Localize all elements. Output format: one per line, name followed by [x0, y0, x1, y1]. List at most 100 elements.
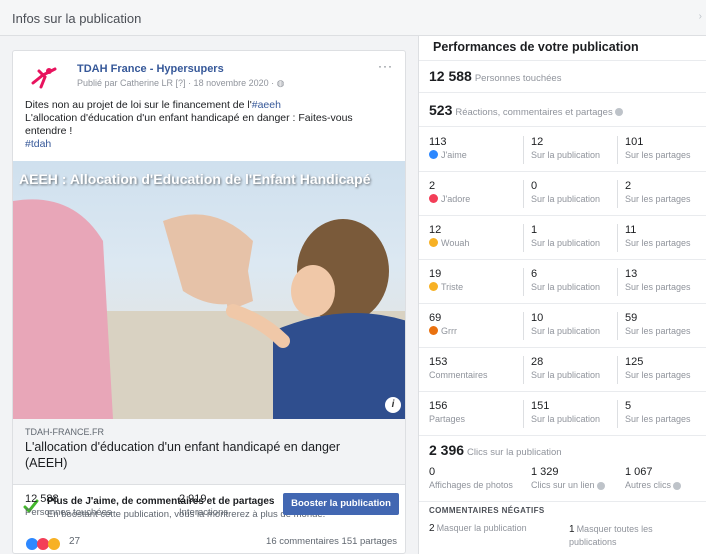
page-logo-icon[interactable]: [25, 63, 65, 91]
sad-on-shares: 13: [625, 268, 638, 280]
comments-total: 153: [429, 356, 448, 368]
close-icon[interactable]: ›: [699, 11, 702, 22]
other-clicks-label: Autres clics: [625, 480, 672, 490]
like-label: J'aime: [441, 150, 467, 160]
hide-all-posts-stat: 1 Masquer toutes les publications: [569, 523, 689, 548]
comments-row: 153 Commentaires 28 Sur la publication 125…: [419, 348, 706, 392]
hashtag-tdah-link[interactable]: #tdah: [25, 138, 395, 151]
more-options-icon[interactable]: ···: [378, 59, 393, 73]
reaction-icons[interactable]: [25, 537, 65, 551]
help-icon[interactable]: [673, 481, 682, 490]
sad-icon: [429, 282, 438, 291]
engagement-value: 523: [429, 102, 453, 118]
like-icon: [429, 150, 438, 159]
reaction-row-wow: 12 Wouah 1 Sur la publication 11 Sur les pa…: [419, 216, 706, 260]
reach-summary: 12 588 Personnes touchées: [429, 68, 561, 84]
dialog-title: Infos sur la publication: [12, 11, 142, 26]
globe-icon: ◍: [276, 78, 285, 88]
boost-post-button[interactable]: Booster la publication: [283, 493, 399, 515]
clicks-value: 2 396: [429, 442, 465, 458]
sad-on-post: 6: [531, 268, 538, 280]
on-post-label: Sur la publication: [531, 326, 601, 336]
shares-total: 156: [429, 400, 448, 412]
link-clicks-value: 1 329: [531, 466, 559, 478]
angry-total: 69: [429, 312, 442, 324]
on-shares-label: Sur les partages: [625, 326, 691, 336]
comments-label: Commentaires: [429, 370, 488, 380]
reach-summary-label: Personnes touchées: [474, 73, 562, 84]
shares-label: Partages: [429, 414, 466, 424]
negative-feedback-title: COMMENTAIRES NÉGATIFS: [429, 506, 545, 515]
help-icon[interactable]: [596, 481, 605, 490]
post-meta-text: Publié par Catherine LR [?] · 18 novembr…: [77, 78, 277, 88]
reach-value: 12 588: [25, 493, 59, 505]
engagement-label: Réactions, commentaires et partages: [455, 107, 613, 118]
reaction-count[interactable]: 27: [69, 536, 80, 547]
hide-post-stat: 2 Masquer la publication: [429, 523, 527, 534]
link-title: L'allocation d'éducation d'un enfant han…: [25, 440, 341, 470]
divider: [419, 92, 706, 93]
interactions-value: 2 919: [179, 493, 207, 505]
like-on-post: 12: [531, 136, 544, 148]
angry-on-post: 10: [531, 312, 544, 324]
angry-label: Grrr: [441, 326, 457, 336]
post-meta: Publié par Catherine LR [?] · 18 novembr…: [77, 78, 284, 89]
panel-title: Performances de votre publication: [433, 40, 639, 54]
hide-post-count: 2: [429, 523, 435, 534]
other-clicks-value: 1 067: [625, 466, 653, 478]
on-post-label: Sur la publication: [531, 370, 601, 380]
on-shares-label: Sur les partages: [625, 238, 691, 248]
clicks-summary: 2 396 Clics sur la publication: [429, 442, 562, 458]
reactions-row: 27 16 commentaires 151 partages: [13, 533, 405, 553]
reach-summary-value: 12 588: [429, 68, 472, 84]
on-shares-label: Sur les partages: [625, 194, 691, 204]
reaction-row-love: 2 J'adore 0 Sur la publication 2 Sur les pa…: [419, 172, 706, 216]
love-on-post: 0: [531, 180, 538, 192]
hide-all-count: 1: [569, 524, 575, 535]
love-total: 2: [429, 180, 436, 192]
engagement-summary: 523 Réactions, commentaires et partages: [429, 102, 623, 118]
on-post-label: Sur la publication: [531, 150, 601, 160]
interactions-label: Interactions: [179, 507, 229, 518]
image-overlay-text: AEEH : Allocation d'Education de l'Enfan…: [19, 171, 371, 187]
love-icon: [429, 194, 438, 203]
link-domain: TDAH-FRANCE.FR: [25, 427, 104, 437]
performance-panel: Performances de votre publication 12 588…: [418, 36, 706, 554]
divider: [419, 126, 706, 127]
post-card: TDAH France - Hypersupers Publié par Cat…: [12, 50, 406, 554]
info-icon[interactable]: i: [385, 397, 401, 413]
shares-row: 156 Partages 151 Sur la publication 5 Sur l…: [419, 392, 706, 436]
sad-label: Triste: [441, 282, 464, 292]
love-on-shares: 2: [625, 180, 632, 192]
hide-all-label: Masquer toutes les publications: [569, 524, 653, 547]
reaction-row-like: 113 J'aime 12 Sur la publication 101 Sur le…: [419, 128, 706, 172]
wow-on-shares: 11: [625, 224, 637, 236]
post-text-line1: Dites non au projet de loi sur le financ…: [25, 99, 252, 111]
angry-icon: [429, 326, 438, 335]
comments-on-shares: 125: [625, 356, 644, 368]
on-shares-label: Sur les partages: [625, 370, 691, 380]
hashtag-aeeh-link[interactable]: #aeeh: [252, 99, 281, 111]
reaction-row-angry: 69 Grrr 10 Sur la publication 59 Sur les pa…: [419, 304, 706, 348]
wow-total: 12: [429, 224, 442, 236]
link-preview[interactable]: TDAH-FRANCE.FR L'allocation d'éducation …: [13, 419, 405, 485]
post-stats: 12 588 Personnes touchées 2 919 Interact…: [13, 487, 405, 527]
page-name-link[interactable]: TDAH France - Hypersupers: [77, 63, 224, 75]
on-shares-label: Sur les partages: [625, 282, 691, 292]
love-label: J'adore: [441, 194, 471, 204]
post-text-line2: L'allocation d'éducation d'un enfant han…: [25, 112, 353, 137]
dialog-header: Infos sur la publication ›: [0, 0, 706, 36]
like-on-shares: 101: [625, 136, 644, 148]
wow-label: Wouah: [441, 238, 470, 248]
on-post-label: Sur la publication: [531, 238, 601, 248]
divider: [419, 60, 706, 61]
help-icon[interactable]: [614, 108, 623, 117]
comments-shares-count[interactable]: 16 commentaires 151 partages: [266, 536, 397, 547]
photo-illustration: [13, 199, 405, 419]
reach-label: Personnes touchées: [25, 507, 112, 518]
clicks-label: Clics sur la publication: [467, 447, 562, 458]
on-shares-label: Sur les partages: [625, 414, 691, 424]
on-post-label: Sur la publication: [531, 194, 601, 204]
post-image[interactable]: AEEH : Allocation d'Education de l'Enfan…: [13, 161, 405, 419]
like-total: 113: [429, 136, 447, 148]
